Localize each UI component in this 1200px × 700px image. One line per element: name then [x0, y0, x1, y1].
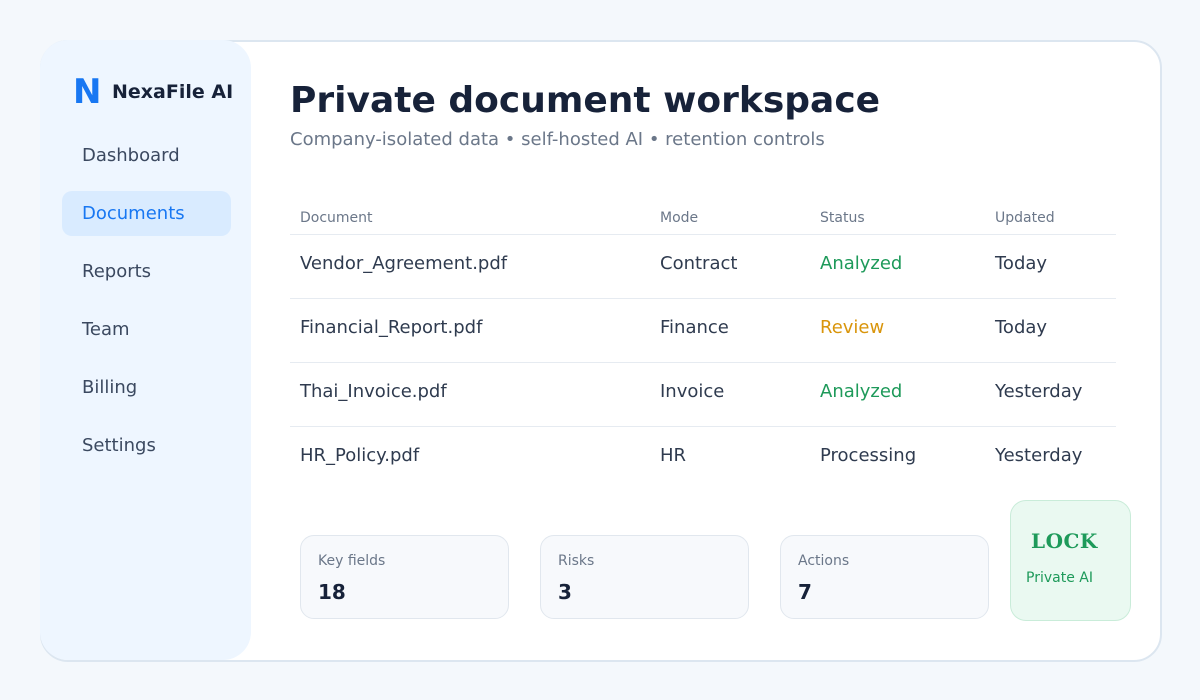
table-row[interactable]: Vendor_Agreement.pdf Contract Analyzed T…	[290, 235, 1116, 299]
sidebar: N NexaFile AI Dashboard Documents Report…	[40, 40, 251, 660]
document-name[interactable]: HR_Policy.pdf	[300, 445, 419, 466]
table-row[interactable]: Thai_Invoice.pdf Invoice Analyzed Yester…	[290, 363, 1116, 427]
document-mode: Contract	[660, 253, 738, 274]
sidebar-item-settings[interactable]: Settings	[62, 423, 231, 468]
sidebar-item-billing[interactable]: Billing	[62, 365, 231, 410]
document-name[interactable]: Thai_Invoice.pdf	[300, 381, 447, 402]
brand: N NexaFile AI	[73, 72, 234, 112]
column-header-updated[interactable]: Updated	[995, 210, 1055, 226]
table-header: Document Mode Status Updated	[290, 200, 1116, 235]
page-title: Private document workspace	[290, 80, 881, 121]
stat-label: Key fields	[318, 553, 386, 569]
status-badge: Review	[820, 317, 885, 338]
document-mode: HR	[660, 445, 687, 466]
document-name[interactable]: Vendor_Agreement.pdf	[300, 253, 507, 274]
column-header-mode[interactable]: Mode	[660, 210, 698, 226]
stat-value: 7	[798, 580, 812, 604]
column-header-status[interactable]: Status	[820, 210, 865, 226]
lock-title: LOCK	[1031, 529, 1098, 553]
page-subtitle: Company-isolated data • self-hosted AI •…	[290, 129, 825, 150]
document-mode: Invoice	[660, 381, 725, 402]
stat-value: 18	[318, 580, 346, 604]
lock-subtitle: Private AI	[1026, 570, 1093, 586]
documents-table: Document Mode Status Updated Vendor_Agre…	[290, 200, 1116, 490]
stat-value: 3	[558, 580, 572, 604]
updated-date: Today	[995, 253, 1048, 274]
stat-label: Actions	[798, 553, 850, 569]
private-ai-lock-card[interactable]: LOCK Private AI	[1010, 500, 1131, 621]
updated-date: Yesterday	[995, 445, 1083, 466]
sidebar-item-documents[interactable]: Documents	[62, 191, 231, 236]
stat-label: Risks	[558, 553, 595, 569]
column-header-document[interactable]: Document	[300, 210, 373, 226]
table-row[interactable]: Financial_Report.pdf Finance Review Toda…	[290, 299, 1116, 363]
sidebar-item-team[interactable]: Team	[62, 307, 231, 352]
table-row[interactable]: HR_Policy.pdf HR Processing Yesterday	[290, 427, 1116, 490]
status-badge: Processing	[820, 445, 917, 466]
status-badge: Analyzed	[820, 381, 903, 402]
brand-logo-icon: N	[73, 72, 102, 112]
updated-date: Yesterday	[995, 381, 1083, 402]
stat-card-key-fields[interactable]: Key fields 18	[300, 535, 509, 619]
brand-name: NexaFile AI	[112, 81, 234, 103]
document-mode: Finance	[660, 317, 729, 338]
document-name[interactable]: Financial_Report.pdf	[300, 317, 482, 338]
sidebar-item-dashboard[interactable]: Dashboard	[62, 133, 231, 178]
updated-date: Today	[995, 317, 1048, 338]
stat-card-actions[interactable]: Actions 7	[780, 535, 989, 619]
stat-card-risks[interactable]: Risks 3	[540, 535, 749, 619]
status-badge: Analyzed	[820, 253, 903, 274]
sidebar-item-reports[interactable]: Reports	[62, 249, 231, 294]
